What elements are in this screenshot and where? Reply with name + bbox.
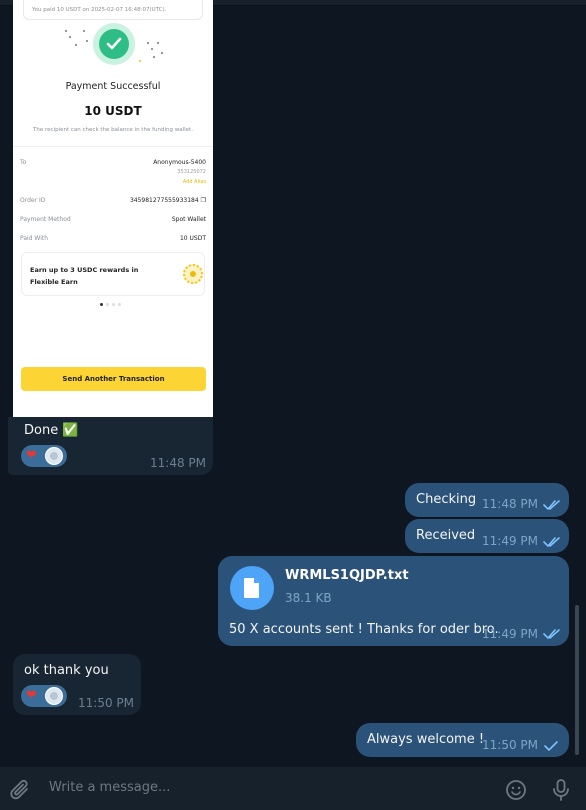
microphone-icon[interactable] — [551, 778, 571, 802]
order-id-value: 345981277555933184 ❐ — [129, 197, 206, 204]
document-icon[interactable] — [230, 566, 274, 610]
message-input[interactable]: Write a message... — [49, 780, 170, 795]
add-alias-link: Add Alias — [182, 179, 206, 185]
message-time: 11:48 PM — [482, 497, 538, 511]
success-check-icon — [93, 23, 135, 65]
send-another-transaction-button: Send Another Transaction — [21, 367, 206, 391]
message-time: 11:49 PM — [482, 627, 538, 641]
message-time: 11:48 PM — [150, 456, 206, 470]
to-label: To — [20, 159, 27, 166]
divider — [13, 146, 213, 147]
screenshot-top-card: You paid 10 USDT on 2025-02-07 16:48:07(… — [23, 0, 203, 20]
avatar — [45, 447, 63, 465]
avatar — [45, 687, 63, 705]
to-value: Anonymous-5400 — [153, 159, 206, 166]
file-size: 38.1 KB — [285, 591, 332, 605]
smile-icon[interactable] — [505, 779, 527, 801]
double-check-icon — [543, 500, 560, 511]
heart-icon: ❤ — [26, 688, 37, 703]
message-time: 11:50 PM — [482, 738, 538, 752]
paperclip-icon[interactable] — [10, 778, 32, 802]
message-received[interactable]: Received 11:49 PM — [405, 519, 569, 553]
double-check-icon — [543, 629, 560, 640]
reaction-heart[interactable]: ❤ — [21, 685, 67, 707]
order-id-label: Order ID — [20, 197, 46, 204]
message-checking[interactable]: Checking 11:48 PM — [405, 483, 569, 517]
message-text: Done ✅ — [24, 423, 79, 438]
promo-card: Earn up to 3 USDC rewards in Flexible Ea… — [21, 252, 205, 296]
message-composer: Write a message... — [0, 767, 586, 810]
check-icon — [544, 741, 558, 752]
message-ok[interactable]: ok thank you ❤ 11:50 PM — [13, 654, 141, 715]
message-text: ok thank you — [24, 663, 109, 678]
payment-method-value: Spot Wallet — [171, 216, 206, 223]
copy-icon: ❐ — [200, 197, 206, 204]
carousel-dots — [100, 291, 124, 306]
payment-title: Payment Successful — [65, 81, 161, 92]
message-welcome[interactable]: Always welcome ! 11:50 PM — [356, 723, 569, 757]
payment-amount: 10 USDT — [84, 104, 142, 118]
file-name[interactable]: WRMLS1QJDP.txt — [285, 568, 409, 583]
message-done[interactable]: Done ✅ ❤ 11:48 PM — [8, 417, 213, 475]
double-check-icon — [543, 537, 560, 548]
message-text: Always welcome ! — [367, 732, 485, 747]
message-text: Received — [416, 528, 476, 543]
message-time: 11:49 PM — [482, 534, 538, 548]
screenshot-top-card-text: You paid 10 USDT on 2025-02-07 16:48:07(… — [32, 7, 167, 13]
payment-method-label: Payment Method — [20, 216, 71, 223]
paid-with-value: 10 USDT — [179, 235, 206, 242]
payment-screenshot[interactable]: You paid 10 USDT on 2025-02-07 16:48:07(… — [13, 0, 213, 417]
to-id: 353125072 — [177, 169, 206, 175]
heart-icon: ❤ — [26, 448, 37, 463]
scrollbar[interactable] — [575, 605, 579, 755]
message-file[interactable]: WRMLS1QJDP.txt 38.1 KB 50 X accounts sen… — [218, 556, 569, 646]
message-time: 11:50 PM — [78, 696, 134, 710]
file-caption: 50 X accounts sent ! Thanks for oder bro… — [229, 622, 499, 637]
coin-icon — [183, 264, 203, 284]
paid-with-label: Paid With — [20, 235, 49, 242]
message-text: Checking — [416, 492, 477, 507]
payment-note: The recipient can check the balance in t… — [33, 127, 193, 133]
promo-text: Earn up to 3 USDC rewards in Flexible Ea… — [30, 266, 139, 286]
reaction-heart[interactable]: ❤ — [21, 445, 67, 467]
